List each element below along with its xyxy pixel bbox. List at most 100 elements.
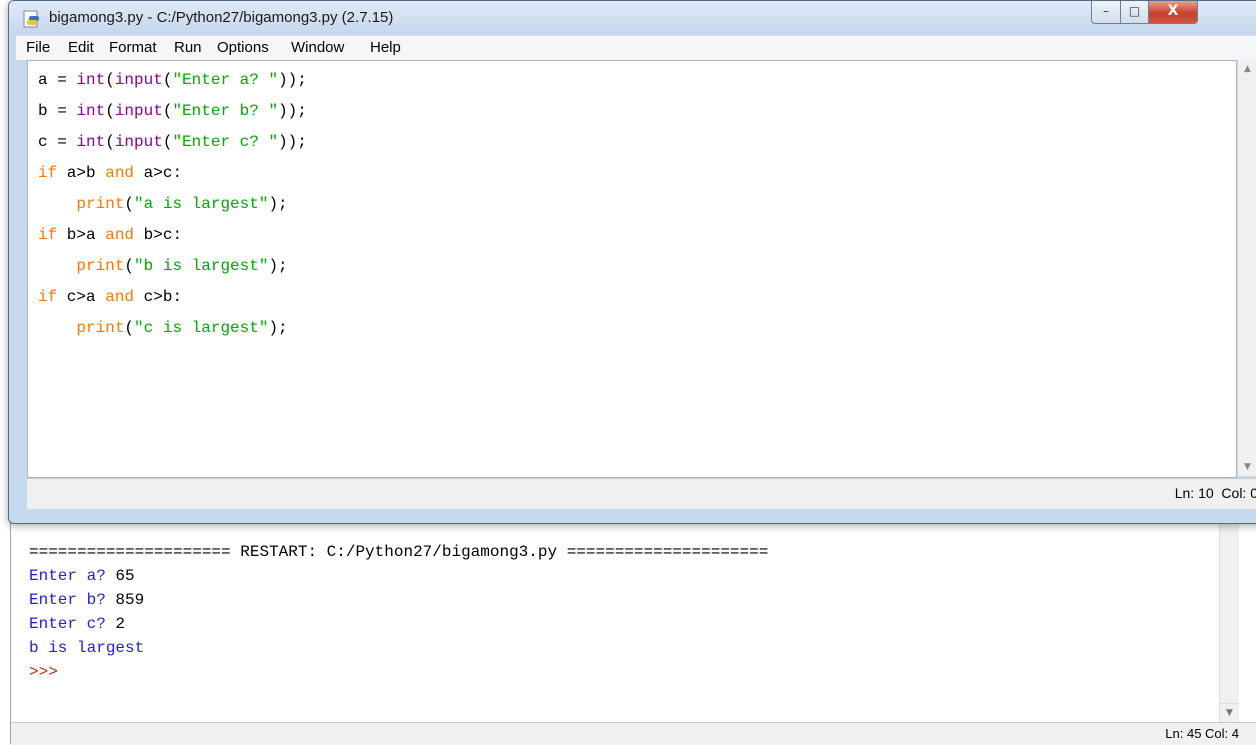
code-line[interactable]: a = int(input("Enter a? ")); <box>38 65 307 96</box>
code-token: "Enter a? " <box>172 71 279 89</box>
shell-output[interactable]: ===================== RESTART: C:/Python… <box>29 540 1219 718</box>
code-token: "Enter c? " <box>172 133 279 151</box>
code-token: print <box>76 195 125 213</box>
close-button[interactable]: X <box>1148 1 1198 24</box>
code-token: ); <box>268 195 288 213</box>
minimize-button[interactable]: – <box>1091 1 1121 24</box>
code-token: and <box>105 164 135 182</box>
code-editor[interactable]: a = int(input("Enter a? ")); b = int(inpu… <box>27 60 1237 478</box>
menu-file[interactable]: File <box>26 39 50 56</box>
scroll-down-icon[interactable]: ▼ <box>1238 458 1256 476</box>
shell-token: ===================== RESTART: C:/Python… <box>29 543 769 561</box>
code-token: ( <box>105 71 115 89</box>
code-token: ( <box>162 133 173 151</box>
editor-status-bar: Ln: 10 Col: 0 <box>27 478 1256 509</box>
code-content[interactable]: a = int(input("Enter a? ")); b = int(inpu… <box>38 65 307 344</box>
code-token: )); <box>278 102 307 120</box>
code-line[interactable]: print("b is largest"); <box>38 251 307 282</box>
shell-token: >>> <box>29 663 68 681</box>
code-token: print <box>76 257 125 275</box>
code-token: ( <box>162 102 173 120</box>
code-token: and <box>105 288 135 306</box>
code-token: input <box>114 71 163 89</box>
shell-token: Enter a? <box>29 567 116 585</box>
shell-line[interactable]: >>> <box>29 660 1219 684</box>
code-token: "a is largest" <box>134 195 269 213</box>
shell-line[interactable]: Enter c? 2 <box>29 612 1219 636</box>
code-token: ( <box>105 102 115 120</box>
code-token: c = <box>38 133 77 151</box>
code-token: and <box>105 226 135 244</box>
code-token: print <box>76 319 125 337</box>
menu-bar: File Edit Format Run Options Window Help <box>16 35 1256 60</box>
code-token: ( <box>105 133 115 151</box>
code-token: int <box>76 71 106 89</box>
editor-window: bigamong3.py - C:/Python27/bigamong3.py … <box>8 0 1256 524</box>
maximize-button[interactable]: □ <box>1120 1 1149 24</box>
scroll-up-icon[interactable]: ▲ <box>1238 60 1256 78</box>
code-token: c>b: <box>134 288 183 306</box>
code-token: ); <box>268 319 288 337</box>
code-token: ( <box>124 257 135 275</box>
code-token: int <box>76 133 106 151</box>
menu-format[interactable]: Format <box>109 39 157 56</box>
shell-line[interactable]: ===================== RESTART: C:/Python… <box>29 540 1219 564</box>
menu-run[interactable]: Run <box>174 39 202 56</box>
window-title: bigamong3.py - C:/Python27/bigamong3.py … <box>49 9 394 26</box>
menu-window[interactable]: Window <box>291 39 344 56</box>
shell-token: Enter b? <box>29 591 116 609</box>
python-file-icon <box>23 10 39 28</box>
code-token: )); <box>278 71 307 89</box>
shell-line[interactable]: Enter b? 859 <box>29 588 1219 612</box>
menu-edit[interactable]: Edit <box>68 39 94 56</box>
code-token: int <box>76 102 106 120</box>
code-token: b = <box>38 102 77 120</box>
shell-token: 2 <box>115 615 126 633</box>
code-token: a>c: <box>134 164 183 182</box>
code-token: if <box>38 164 58 182</box>
code-token: ); <box>268 257 288 275</box>
code-line[interactable]: if b>a and b>c: <box>38 220 307 251</box>
shell-token: 859 <box>115 591 145 609</box>
shell-token: 65 <box>115 567 135 585</box>
code-token: ( <box>162 71 173 89</box>
code-line[interactable]: if c>a and c>b: <box>38 282 307 313</box>
shell-status-bar: Ln: 45 Col: 4 <box>11 722 1256 745</box>
code-token: input <box>114 102 163 120</box>
code-line[interactable]: print("c is largest"); <box>38 313 307 344</box>
title-bar[interactable]: bigamong3.py - C:/Python27/bigamong3.py … <box>9 1 1256 35</box>
editor-scrollbar[interactable]: ▲ ▼ <box>1237 60 1256 476</box>
menu-options[interactable]: Options <box>217 39 269 56</box>
code-token: "Enter b? " <box>172 102 279 120</box>
code-line[interactable]: if a>b and a>c: <box>38 158 307 189</box>
code-token: )); <box>278 133 307 151</box>
code-token: input <box>114 133 163 151</box>
shell-token: Enter c? <box>29 615 116 633</box>
python-shell-window: ===================== RESTART: C:/Python… <box>10 486 1256 745</box>
code-token: b>c: <box>134 226 183 244</box>
code-line[interactable]: print("a is largest"); <box>38 189 307 220</box>
code-token: ( <box>124 319 135 337</box>
code-token: "b is largest" <box>134 257 269 275</box>
code-token: if <box>38 226 58 244</box>
shell-line[interactable]: Enter a? 65 <box>29 564 1219 588</box>
shell-cursor-position: Ln: 45 Col: 4 <box>1165 726 1239 741</box>
shell-scrollbar[interactable]: ▼ <box>1219 508 1239 722</box>
menu-help[interactable]: Help <box>370 39 401 56</box>
code-token: "c is largest" <box>134 319 269 337</box>
shell-token: b is largest <box>29 639 145 657</box>
code-token: c>a <box>57 288 106 306</box>
code-token: a = <box>38 71 77 89</box>
code-token: ( <box>124 195 135 213</box>
code-token: b>a <box>57 226 106 244</box>
code-token: a>b <box>57 164 106 182</box>
editor-cursor-position: Ln: 10 Col: 0 <box>1174 485 1256 501</box>
code-token: if <box>38 288 58 306</box>
code-line[interactable]: b = int(input("Enter b? ")); <box>38 96 307 127</box>
shell-line[interactable]: b is largest <box>29 636 1219 660</box>
scroll-down-icon[interactable]: ▼ <box>1220 703 1239 722</box>
code-line[interactable]: c = int(input("Enter c? ")); <box>38 127 307 158</box>
